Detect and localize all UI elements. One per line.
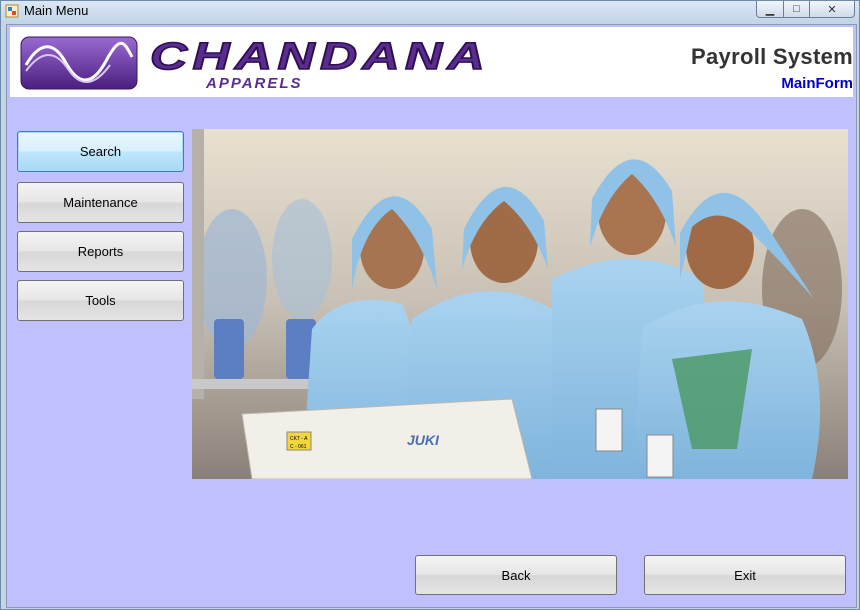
svg-text:CHANDANA: CHANDANA bbox=[150, 36, 490, 78]
form-name: MainForm bbox=[781, 75, 853, 92]
reports-button[interactable]: Reports bbox=[17, 231, 184, 272]
close-button[interactable]: ✕ bbox=[810, 1, 855, 18]
main-menu-window: Main Menu ▁ □ ✕ CHANDANA APPARELS Payrol… bbox=[0, 0, 860, 610]
search-button[interactable]: Search bbox=[17, 131, 184, 172]
maximize-icon: □ bbox=[793, 3, 800, 15]
tools-button[interactable]: Tools bbox=[17, 280, 184, 321]
close-icon: ✕ bbox=[827, 3, 837, 16]
maintenance-button[interactable]: Maintenance bbox=[17, 182, 184, 223]
svg-text:C - 061: C - 061 bbox=[290, 444, 307, 450]
system-title: Payroll System bbox=[691, 44, 853, 69]
svg-text:JUKI: JUKI bbox=[407, 432, 440, 448]
workers-photo: CKT - A C - 061 JUKI bbox=[192, 129, 848, 479]
svg-text:APPARELS: APPARELS bbox=[205, 75, 303, 91]
app-icon bbox=[5, 4, 19, 18]
window-title: Main Menu bbox=[24, 3, 89, 18]
minimize-button[interactable]: ▁ bbox=[756, 1, 784, 18]
header-banner: CHANDANA APPARELS Payroll System MainFor… bbox=[10, 27, 853, 97]
title-bar[interactable]: Main Menu ▁ □ ✕ bbox=[1, 1, 859, 22]
maximize-button[interactable]: □ bbox=[784, 1, 810, 18]
company-logo: CHANDANA APPARELS bbox=[20, 35, 490, 91]
svg-text:CKT - A: CKT - A bbox=[290, 436, 308, 442]
exit-button[interactable]: Exit bbox=[644, 555, 846, 595]
minimize-icon: ▁ bbox=[765, 3, 775, 16]
back-button[interactable]: Back bbox=[415, 555, 617, 595]
client-area: CHANDANA APPARELS Payroll System MainFor… bbox=[6, 24, 857, 608]
